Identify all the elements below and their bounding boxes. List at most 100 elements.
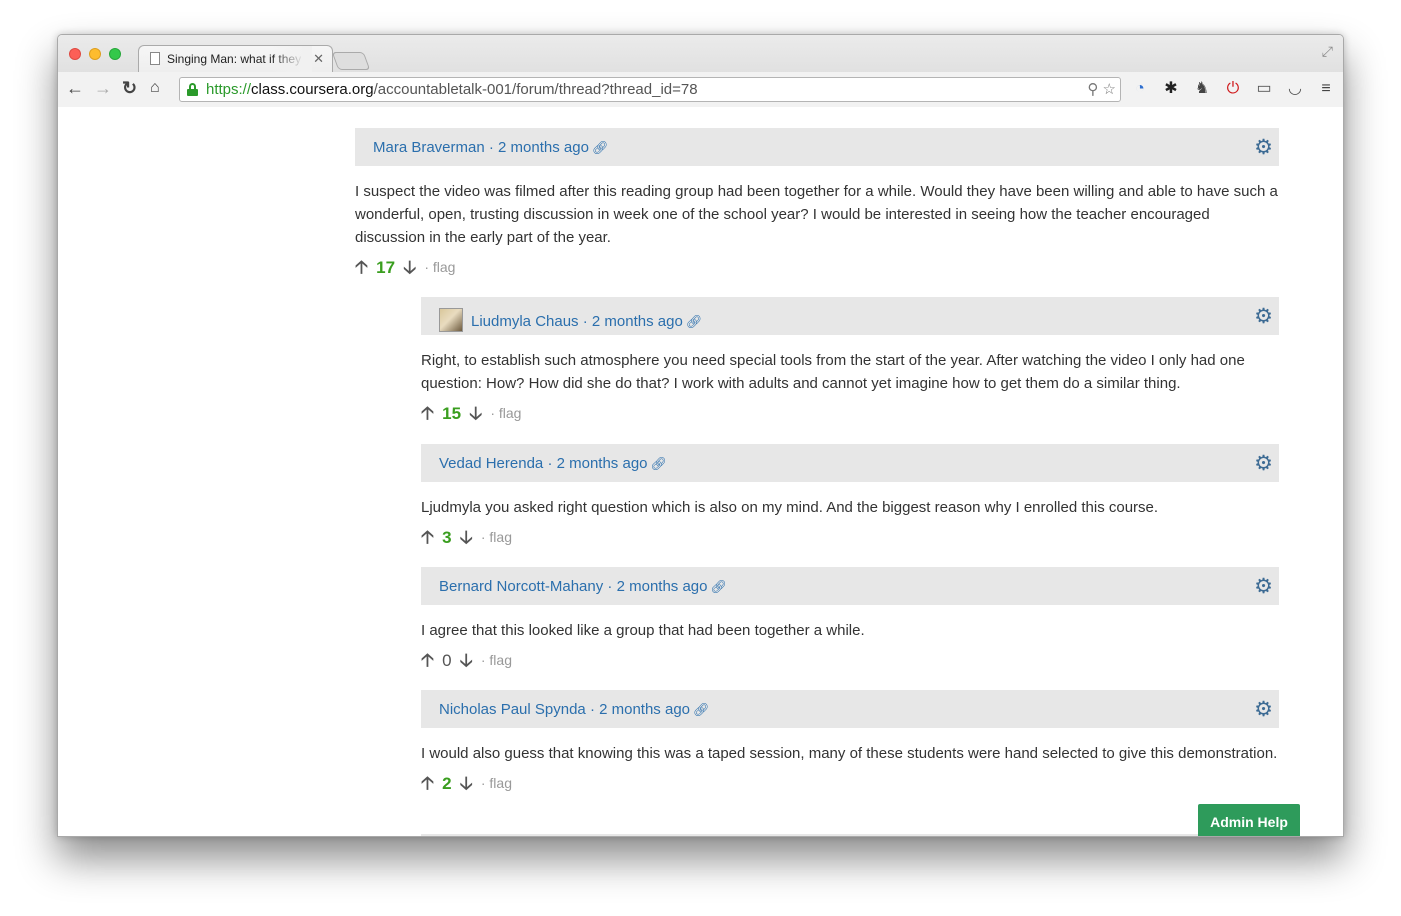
- tab-close-icon[interactable]: ✕: [313, 51, 324, 67]
- separator: ·: [424, 259, 429, 275]
- permalink-icon[interactable]: 🔗︎: [651, 456, 668, 471]
- permalink-icon[interactable]: 🔗︎: [592, 140, 609, 155]
- timestamp-link[interactable]: 2 months ago: [498, 139, 589, 156]
- vote-score: 2: [442, 774, 452, 793]
- browser-tab[interactable]: Singing Man: what if they c ✕: [138, 45, 333, 72]
- downvote-arrow-icon[interactable]: 🡣: [460, 527, 473, 547]
- extension-phone-icon[interactable]: ◔: [1130, 79, 1150, 99]
- flag-link[interactable]: flag: [489, 775, 512, 791]
- separator: ·: [480, 529, 486, 545]
- page-content: Mara Braverman · 2 months ago 🔗︎ ⚙ I susp…: [58, 108, 1343, 836]
- downvote-arrow-icon[interactable]: 🡣: [460, 650, 473, 670]
- post-body: I suspect the video was filmed after thi…: [355, 183, 1278, 246]
- menu-icon[interactable]: ≡: [1316, 79, 1336, 99]
- cast-icon[interactable]: ▭: [1254, 79, 1274, 99]
- new-tab-button[interactable]: [331, 52, 371, 70]
- post-header: Mara Braverman · 2 months ago 🔗︎ ⚙: [355, 128, 1279, 166]
- author-link[interactable]: Mara Braverman: [373, 139, 485, 156]
- url-path: /accountabletalk-001/forum/thread?thread…: [373, 81, 698, 98]
- permalink-icon[interactable]: 🔗︎: [686, 314, 703, 329]
- avatar[interactable]: [439, 308, 463, 332]
- admin-help-button[interactable]: Admin Help: [1198, 804, 1300, 836]
- zoom-icon[interactable]: ⚲: [1087, 81, 1098, 98]
- flag-link[interactable]: flag: [433, 259, 456, 275]
- extension-puzzle-icon[interactable]: ✱: [1161, 79, 1181, 99]
- author-link[interactable]: Liudmyla Chaus: [471, 313, 579, 330]
- gear-icon[interactable]: ⚙: [1254, 304, 1273, 329]
- back-arrow-icon[interactable]: ←: [66, 78, 84, 99]
- upvote-arrow-icon[interactable]: 🡡: [421, 403, 434, 423]
- lock-icon: [187, 83, 198, 96]
- extension-adblock-icon[interactable]: ⏻: [1223, 79, 1243, 99]
- separator: ·: [547, 455, 553, 472]
- close-window-button[interactable]: [69, 48, 81, 60]
- browser-toolbar: ← → ↻ ⌂ https://class.coursera.org/accou…: [58, 72, 1343, 107]
- home-icon[interactable]: ⌂: [150, 79, 160, 97]
- post-body: I agree that this looked like a group th…: [421, 622, 865, 639]
- pocket-icon[interactable]: ◡: [1285, 79, 1305, 99]
- next-post-header-edge: [421, 834, 1279, 836]
- post-body: Right, to establish such atmosphere you …: [421, 352, 1245, 392]
- vote-score: 17: [376, 258, 396, 277]
- author-link[interactable]: Bernard Norcott-Mahany: [439, 578, 603, 595]
- timestamp-link[interactable]: 2 months ago: [599, 701, 690, 718]
- post-body: I would also guess that knowing this was…: [421, 745, 1278, 762]
- upvote-arrow-icon[interactable]: 🡡: [421, 650, 434, 670]
- post-header: Vedad Herenda · 2 months ago 🔗︎ ⚙: [421, 444, 1279, 482]
- upvote-arrow-icon[interactable]: 🡡: [355, 257, 368, 277]
- separator: ·: [480, 652, 486, 668]
- separator: ·: [488, 139, 494, 156]
- address-bar[interactable]: https://class.coursera.org/accountableta…: [179, 77, 1121, 102]
- extension-evernote-icon[interactable]: ♞: [1192, 79, 1212, 99]
- forum-reply: Vedad Herenda · 2 months ago 🔗︎ ⚙ Ljudmyl…: [421, 444, 1279, 547]
- reload-icon[interactable]: ↻: [122, 78, 137, 99]
- vote-bar: 🡡 15 🡣 · flag: [421, 401, 1279, 423]
- post-header: Liudmyla Chaus · 2 months ago 🔗︎ ⚙: [421, 297, 1279, 335]
- separator: ·: [589, 701, 595, 718]
- vote-score: 3: [442, 528, 452, 547]
- post-header: Bernard Norcott-Mahany · 2 months ago 🔗︎ …: [421, 567, 1279, 605]
- gear-icon[interactable]: ⚙: [1254, 574, 1273, 599]
- downvote-arrow-icon[interactable]: 🡣: [460, 773, 473, 793]
- minimize-window-button[interactable]: [89, 48, 101, 60]
- timestamp-link[interactable]: 2 months ago: [617, 578, 708, 595]
- document-icon: [150, 52, 160, 65]
- url-host: class.coursera.org: [251, 81, 374, 98]
- timestamp-link[interactable]: 2 months ago: [592, 313, 683, 330]
- separator: ·: [607, 578, 613, 595]
- forum-reply: Nicholas Paul Spynda · 2 months ago 🔗︎ ⚙ …: [421, 690, 1279, 793]
- fullscreen-icon[interactable]: ⤢: [1322, 43, 1333, 60]
- gear-icon[interactable]: ⚙: [1254, 697, 1273, 722]
- forum-post: Mara Braverman · 2 months ago 🔗︎ ⚙ I susp…: [355, 128, 1279, 277]
- timestamp-link[interactable]: 2 months ago: [557, 455, 648, 472]
- separator: ·: [490, 405, 495, 421]
- vote-bar: 🡡 2 🡣 · flag: [421, 771, 1279, 793]
- post-header: Nicholas Paul Spynda · 2 months ago 🔗︎ ⚙: [421, 690, 1279, 728]
- flag-link[interactable]: flag: [499, 405, 522, 421]
- author-link[interactable]: Nicholas Paul Spynda: [439, 701, 586, 718]
- separator: ·: [480, 775, 486, 791]
- flag-link[interactable]: flag: [489, 652, 512, 668]
- downvote-arrow-icon[interactable]: 🡣: [403, 257, 416, 277]
- separator: ·: [582, 313, 588, 330]
- flag-link[interactable]: flag: [489, 529, 512, 545]
- vote-bar: 🡡 3 🡣 · flag: [421, 525, 1279, 547]
- zoom-window-button[interactable]: [109, 48, 121, 60]
- upvote-arrow-icon[interactable]: 🡡: [421, 773, 434, 793]
- forward-arrow-icon[interactable]: →: [94, 78, 112, 99]
- vote-bar: 🡡 0 🡣 · flag: [421, 648, 1279, 670]
- url-scheme: https://: [206, 81, 252, 98]
- upvote-arrow-icon[interactable]: 🡡: [421, 527, 434, 547]
- permalink-icon[interactable]: 🔗︎: [693, 702, 710, 717]
- vote-score: 0: [442, 651, 452, 670]
- downvote-arrow-icon[interactable]: 🡣: [469, 403, 482, 423]
- post-body: Ljudmyla you asked right question which …: [421, 499, 1159, 516]
- forum-reply: Bernard Norcott-Mahany · 2 months ago 🔗︎ …: [421, 567, 1279, 670]
- vote-score: 15: [442, 404, 462, 423]
- gear-icon[interactable]: ⚙: [1254, 135, 1273, 160]
- author-link[interactable]: Vedad Herenda: [439, 455, 543, 472]
- permalink-icon[interactable]: 🔗︎: [711, 579, 728, 594]
- vote-bar: 🡡 17 🡣 · flag: [355, 255, 1279, 277]
- gear-icon[interactable]: ⚙: [1254, 451, 1273, 476]
- bookmark-star-icon[interactable]: ☆: [1103, 81, 1116, 98]
